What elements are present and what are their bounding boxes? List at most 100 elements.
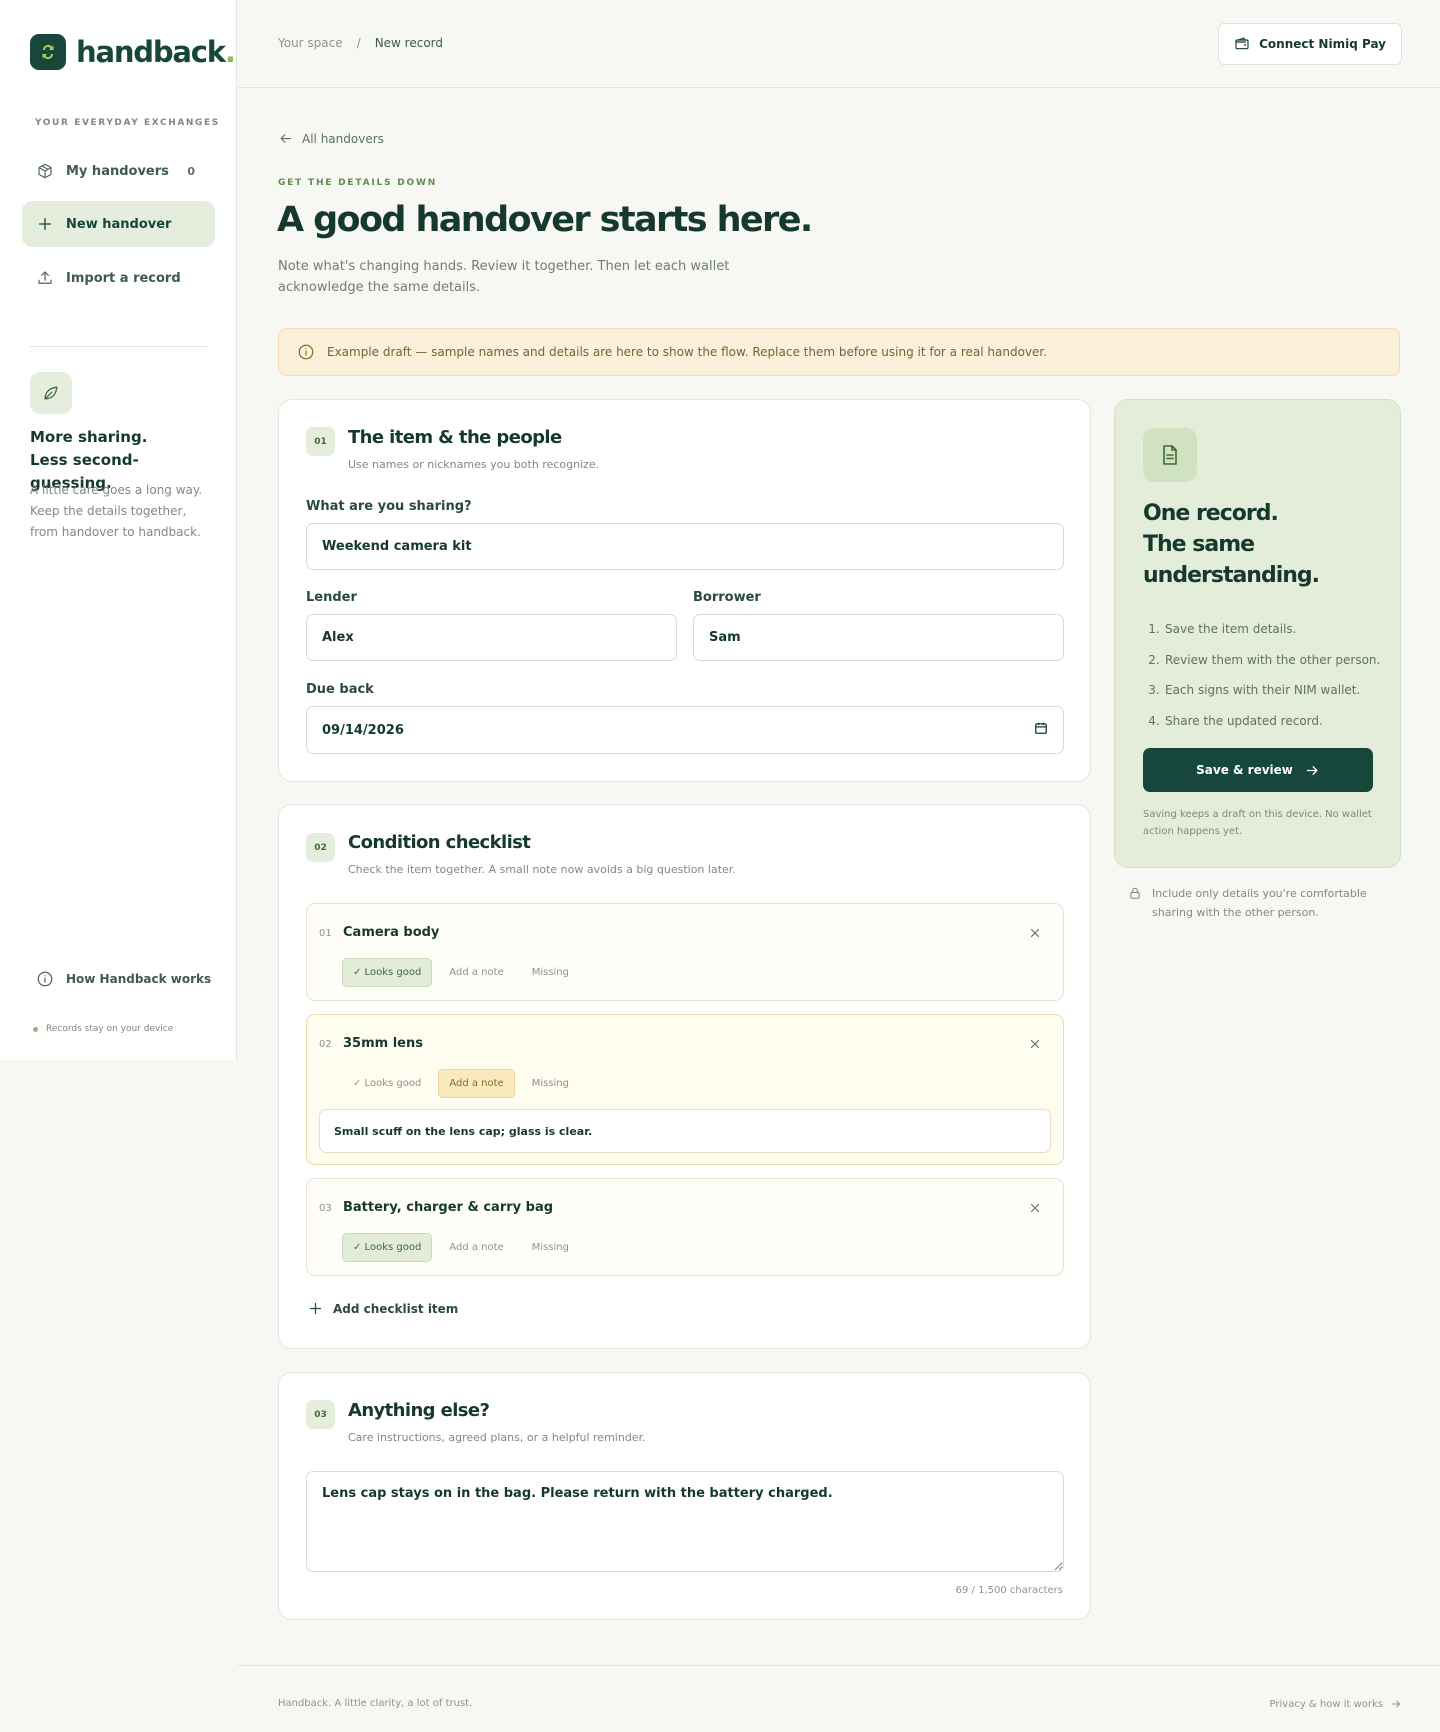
save-and-review-button[interactable]: Save & review xyxy=(1143,748,1373,792)
due-back-value: 09/14/2026 xyxy=(322,722,404,738)
sidebar-divider xyxy=(30,346,207,347)
checklist-item-number: 03 xyxy=(319,1203,332,1214)
remove-item-close-icon[interactable] xyxy=(1029,1202,1041,1214)
card-title: Condition checklist xyxy=(348,832,531,853)
process-step: 4. Share the updated record. xyxy=(1148,713,1323,728)
missing-chip[interactable]: Missing xyxy=(521,1233,580,1262)
footer: Handback. A little clarity, a lot of tru… xyxy=(238,1665,1440,1732)
handover-count-badge: 0 xyxy=(187,164,195,178)
how-it-works-label: How Handback works xyxy=(66,972,212,986)
wallet-icon xyxy=(1234,36,1250,52)
condition-note-input[interactable] xyxy=(319,1109,1051,1153)
missing-chip[interactable]: Missing xyxy=(521,958,580,987)
lender-input[interactable] xyxy=(306,614,677,661)
sidebar-item-new-handover[interactable]: New handover xyxy=(22,201,215,247)
sidebar-item-import-record[interactable]: Import a record xyxy=(22,255,215,301)
storage-status: Records stay on your device xyxy=(33,1024,173,1034)
storage-status-text: Records stay on your device xyxy=(46,1024,174,1034)
breadcrumb-root[interactable]: Your space xyxy=(278,36,343,50)
process-step: 1. Save the item details. xyxy=(1148,622,1297,637)
panel-title: One record. The same understanding. xyxy=(1143,501,1320,588)
condition-options: ✓ Looks good Add a note Missing xyxy=(342,1069,586,1098)
checklist-item: 01 Camera body ✓ Looks good Add a note M… xyxy=(306,903,1064,1001)
checklist-item-name: Battery, charger & carry bag xyxy=(343,1200,554,1215)
upload-icon xyxy=(36,269,54,287)
card-title: The item & the people xyxy=(348,427,562,448)
footer-tagline: Handback. A little clarity, a lot of tru… xyxy=(278,1698,473,1709)
process-step: 2. Review them with the other person. xyxy=(1148,652,1381,667)
page-title: A good handover starts here. xyxy=(277,200,813,240)
sidebar-eyebrow: YOUR EVERYDAY EXCHANGES xyxy=(35,118,220,128)
add-checklist-item-label: Add checklist item xyxy=(333,1301,459,1316)
how-it-works-link[interactable]: How Handback works xyxy=(36,970,211,988)
top-bar: Your space / New record Connect Nimiq Pa… xyxy=(238,0,1440,88)
item-label: What are you sharing? xyxy=(306,499,472,514)
add-checklist-item-button[interactable]: Add checklist item xyxy=(308,1301,458,1316)
arrow-right-icon xyxy=(1390,1698,1402,1710)
example-draft-banner: Example draft — sample names and details… xyxy=(278,328,1400,376)
borrower-input[interactable] xyxy=(693,614,1064,661)
breadcrumb-separator: / xyxy=(356,36,361,50)
arrow-left-icon xyxy=(278,131,293,146)
condition-options: ✓ Looks good Add a note Missing xyxy=(342,958,586,987)
calendar-icon[interactable] xyxy=(1034,721,1048,739)
notes-textarea[interactable]: Lens cap stays on in the bag. Please ret… xyxy=(306,1471,1064,1572)
checklist-item: 03 Battery, charger & carry bag ✓ Looks … xyxy=(306,1178,1064,1276)
back-to-handovers-link[interactable]: All handovers xyxy=(278,131,384,146)
plus-icon xyxy=(308,1301,323,1316)
sidebar-promo-copy: A little care goes a long way. Keep the … xyxy=(30,483,203,539)
looks-good-chip[interactable]: ✓ Looks good xyxy=(342,1069,432,1098)
save-note: Saving keeps a draft on this device. No … xyxy=(1143,809,1372,837)
breadcrumb: Your space / New record xyxy=(278,36,443,50)
process-steps: 1. Save the item details. 2. Review them w… xyxy=(1143,614,1380,736)
privacy-note-text: Include only details you're comfortable … xyxy=(1152,887,1367,919)
item-input[interactable] xyxy=(306,523,1064,570)
info-icon xyxy=(36,970,54,988)
breadcrumb-current: New record xyxy=(374,36,444,50)
sidebar-item-my-handovers[interactable]: My handovers 0 xyxy=(22,148,215,194)
due-back-date-input[interactable]: 09/14/2026 xyxy=(306,706,1064,754)
box-icon xyxy=(36,162,54,180)
card-subtitle: Use names or nicknames you both recogniz… xyxy=(348,458,600,471)
page-eyebrow: GET THE DETAILS DOWN xyxy=(278,178,438,188)
document-icon xyxy=(1143,428,1197,482)
process-step: 3. Each signs with their NIM wallet. xyxy=(1148,683,1361,698)
checklist-item-number: 02 xyxy=(319,1039,332,1050)
sidebar-item-label: Import a record xyxy=(66,270,181,286)
sidebar: handback. YOUR EVERYDAY EXCHANGES My han… xyxy=(0,0,237,1060)
page-subtitle: Note what's changing hands. Review it to… xyxy=(278,259,730,295)
due-back-label: Due back xyxy=(306,682,374,697)
card-subtitle: Care instructions, agreed plans, or a he… xyxy=(348,1431,646,1444)
lender-label: Lender xyxy=(306,590,357,605)
sidebar-item-label: New handover xyxy=(66,216,172,232)
brand-logo[interactable]: handback. xyxy=(30,34,236,70)
add-note-chip[interactable]: Add a note xyxy=(438,1069,515,1098)
status-dot xyxy=(33,1026,38,1032)
looks-good-chip[interactable]: ✓ Looks good xyxy=(342,1233,433,1262)
add-note-chip[interactable]: Add a note xyxy=(438,1233,514,1262)
save-and-review-label: Save & review xyxy=(1196,763,1293,777)
arrow-right-icon xyxy=(1305,763,1320,778)
missing-chip[interactable]: Missing xyxy=(521,1069,580,1098)
lock-icon xyxy=(1128,886,1142,922)
summary-panel: One record. The same understanding. 1. Sa… xyxy=(1114,399,1401,868)
connect-wallet-button[interactable]: Connect Nimiq Pay xyxy=(1218,23,1402,65)
add-note-chip[interactable]: Add a note xyxy=(438,958,514,987)
item-and-people-card: 01 The item & the people Use names or ni… xyxy=(278,399,1091,782)
banner-text: Example draft — sample names and details… xyxy=(327,345,1048,359)
checklist-item: 02 35mm lens ✓ Looks good Add a note Mis… xyxy=(306,1014,1064,1165)
remove-item-close-icon[interactable] xyxy=(1029,1038,1041,1050)
logo-mark-icon xyxy=(30,34,66,70)
anything-else-card: 03 Anything else? Care instructions, agr… xyxy=(278,1372,1091,1620)
remove-item-close-icon[interactable] xyxy=(1029,927,1041,939)
looks-good-chip[interactable]: ✓ Looks good xyxy=(342,958,433,987)
plus-icon xyxy=(36,215,54,233)
checklist-item-name: Camera body xyxy=(343,925,440,940)
character-count: 69 / 1,500 characters xyxy=(955,1585,1063,1596)
step-badge: 03 xyxy=(306,1400,335,1429)
privacy-link[interactable]: Privacy & how it works xyxy=(1270,1698,1402,1710)
brand-name: handback. xyxy=(76,35,236,69)
condition-checklist-card: 02 Condition checklist Check the item to… xyxy=(278,804,1091,1349)
sidebar-item-label: My handovers xyxy=(66,163,169,179)
card-title: Anything else? xyxy=(348,1400,490,1421)
